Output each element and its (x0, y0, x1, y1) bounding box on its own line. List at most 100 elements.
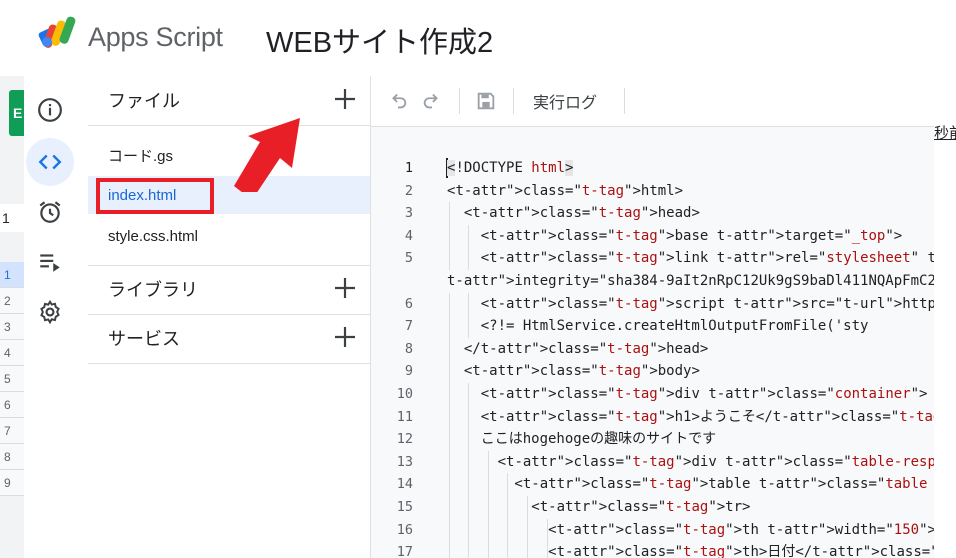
rail-triggers-button[interactable] (26, 188, 74, 236)
apps-script-logo-icon[interactable] (38, 16, 80, 52)
line-number: 5 (404, 250, 413, 267)
indent-guide (448, 292, 450, 316)
indent-guide (487, 495, 489, 519)
sheet-row-number: 4 (0, 340, 24, 366)
indent-guide (527, 541, 528, 558)
line-number: 10 (396, 385, 413, 402)
line-number: 8 (404, 340, 413, 357)
red-highlight-box (96, 178, 214, 214)
indent-guide (448, 428, 450, 451)
code-area[interactable]: 1 2 3 4 5 6 7 8 9 10 11 12 13 14 15 16 17 <!DOCTYPE html… (371, 127, 934, 558)
indent-guide (527, 495, 528, 519)
line-number (371, 270, 413, 293)
indent-guide (448, 202, 450, 225)
indent-guide (507, 541, 509, 558)
indent-guide (487, 541, 489, 558)
sheet-row-number: 8 (0, 444, 24, 470)
code-line: <!DOCTYPE html> (447, 157, 934, 180)
add-file-plus-icon[interactable] (334, 88, 356, 110)
code-editor-pane: 実行ログ 1 2 3 4 5 6 7 8 9 10 11 12 13 14 15 16 17 <!DOCTYPE… (371, 76, 934, 558)
info-icon (38, 98, 62, 122)
line-number: 1 (404, 160, 413, 176)
indent-guide (448, 224, 450, 248)
sheet-row-number: 9 (0, 470, 24, 496)
code-line: <t-attr">class="t-tag">script t-attr">sr… (447, 292, 934, 316)
code-line: <?!= HtmlService.createHtmlOutputFromFil… (447, 315, 934, 338)
indent-guide (468, 428, 470, 451)
rail-overview-button[interactable] (26, 86, 74, 134)
code-line: <t-attr">class="t-tag">body> (447, 360, 934, 383)
code-line: <t-attr">class="t-tag">base t-attr">targ… (447, 224, 934, 248)
code-text: <t-attr">class="t-tag">body> (447, 363, 700, 380)
indent-guide (468, 405, 470, 429)
divider (88, 363, 370, 364)
code-text: <t-attr">class="t-tag">div t-attr">class… (480, 385, 928, 402)
code-icon (38, 154, 62, 170)
code-text: <t-attr">class="t-tag">script t-attr">sr… (480, 295, 934, 312)
code-text: <t-attr">class="t-tag">head> (447, 205, 700, 222)
indent-guide (448, 541, 450, 558)
rail-editor-button[interactable] (26, 138, 74, 186)
execution-log-button[interactable]: 実行ログ (533, 89, 597, 113)
left-nav-rail (24, 76, 89, 558)
undo-icon[interactable] (387, 90, 409, 112)
indent-guide (448, 450, 450, 474)
indent-guide (468, 247, 470, 270)
code-text: ここはhogehogeの趣味のサイトです (447, 431, 717, 448)
code-text: <t-attr">class="t-tag">tr> (447, 498, 751, 515)
sheet-row-number: 5 (0, 366, 24, 392)
code-line: <t-attr">class="t-tag">tr> (447, 495, 934, 519)
code-lines: <!DOCTYPE html> <t-attr">class="t-tag">ht… (447, 157, 934, 558)
code-line: <t-attr">class="t-tag">div t-attr">class… (447, 382, 934, 406)
line-number: 7 (404, 318, 413, 335)
sheet-right-strip (934, 76, 956, 558)
line-number-gutter: 1 2 3 4 5 6 7 8 9 10 11 12 13 14 15 16 17 (371, 157, 413, 558)
toolbar-divider (513, 88, 514, 114)
file-name: コード.gs (108, 147, 174, 165)
indent-guide (468, 450, 470, 474)
indent-guide (468, 292, 470, 316)
code-text: <t-attr">class="t-tag">th>日付</t-attr">cl… (447, 544, 934, 558)
code-line: <t-attr">class="t-tag">head> (447, 202, 934, 225)
line-number: 4 (404, 227, 413, 244)
indent-guide (527, 518, 528, 542)
code-text: <t-attr">class="t-tag">html> (447, 182, 684, 199)
line-number: 17 (396, 544, 413, 558)
add-library-plus-icon[interactable] (334, 277, 356, 299)
indent-guide (507, 473, 509, 496)
code-line: </t-attr">class="t-tag">head> (447, 337, 934, 361)
indent-guide (468, 224, 470, 248)
code-line: t-attr">integrity="sha384-9aIt2nRpC12Uk9… (447, 270, 934, 293)
project-title[interactable]: WEBサイト作成2 (266, 19, 493, 61)
code-text: <t-attr">class="t-tag">table t-attr">cla… (447, 476, 928, 493)
rail-settings-button[interactable] (26, 288, 74, 336)
rail-executions-button[interactable] (26, 238, 74, 286)
line-number: 3 (404, 205, 413, 222)
line-number: 2 (404, 182, 413, 199)
sheet-row-number: 6 (0, 392, 24, 418)
code-text: <t-attr">class="t-tag">base t-attr">targ… (480, 227, 903, 244)
indent-guide (448, 518, 450, 542)
add-service-plus-icon[interactable] (334, 326, 356, 348)
editor-toolbar: 実行ログ (371, 76, 934, 127)
alarm-icon (39, 201, 61, 223)
indent-guide (448, 405, 450, 429)
indent-guide (468, 495, 470, 519)
line-number: 16 (396, 521, 413, 538)
file-item-style-css-html[interactable]: style.css.html (88, 217, 370, 255)
redo-icon[interactable] (421, 90, 443, 112)
indent-guide (468, 518, 470, 542)
line-number: 6 (404, 295, 413, 312)
indent-guide (468, 382, 470, 406)
indent-guide (468, 473, 470, 496)
indent-guide (487, 518, 489, 542)
code-text: <t-attr">class="t-tag">link t-attr">rel=… (480, 250, 934, 267)
code-text: t-attr">integrity="sha384-9aIt2nRpC12Uk9… (447, 272, 934, 289)
indent-guide (546, 518, 548, 542)
toolbar-divider (624, 88, 625, 114)
save-icon[interactable] (475, 90, 497, 112)
toolbar-divider (459, 88, 460, 114)
libraries-section-label: ライブラリ (108, 280, 198, 300)
red-arrow-icon (234, 118, 300, 192)
code-line: <t-attr">class="t-tag">table t-attr">cla… (447, 473, 934, 496)
